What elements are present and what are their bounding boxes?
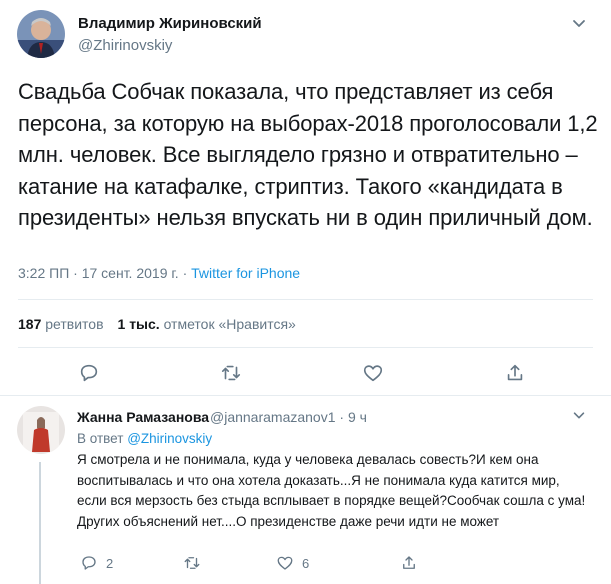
tweet-source-link[interactable]: Twitter for iPhone [191, 265, 300, 281]
reply-author-handle[interactable]: @jannaramazanov1 [210, 409, 336, 425]
likes-stat[interactable]: 1 тыс. отметок «Нравится» [118, 316, 296, 332]
reply-text: Я смотрела и не понимала, куда у человек… [77, 452, 586, 529]
author-handle[interactable]: @Zhirinovskiy [78, 37, 172, 54]
reply-handle-time: @jannaramazanov1 · 9 ч [210, 409, 367, 425]
likes-count: 1 тыс. [117, 316, 160, 332]
in-reply-handle-link[interactable]: @Zhirinovskiy [127, 431, 212, 446]
like-icon [277, 556, 293, 570]
reply-share-button[interactable] [400, 553, 418, 573]
share-icon[interactable] [504, 362, 526, 384]
tweet-meta: 3:22 ПП · 17 сент. 2019 г. · Twitter for… [18, 265, 300, 281]
divider [18, 347, 593, 348]
reply-avatar[interactable] [17, 406, 65, 454]
reply-retweet-button[interactable] [183, 553, 201, 573]
retweets-label: ретвитов [45, 316, 104, 332]
in-reply-label: В ответ [77, 431, 124, 446]
main-tweet: Владимир Жириновский @Zhirinovskiy Свадь… [0, 0, 611, 396]
author-name[interactable]: Владимир Жириновский [78, 15, 262, 32]
author-avatar[interactable] [17, 10, 65, 58]
reply-author-name[interactable]: Жанна Рамазанова [77, 409, 209, 425]
retweets-count: 187 [18, 316, 42, 332]
retweet-icon[interactable] [220, 362, 242, 384]
meta-dot: · [182, 265, 188, 281]
reply-like-button[interactable]: 6 [276, 553, 309, 573]
tweet-time[interactable]: 3:22 ПП [18, 265, 69, 281]
reply-count: 2 [106, 555, 114, 571]
in-reply-to: В ответ @Zhirinovskiy [77, 431, 212, 446]
like-icon[interactable] [362, 362, 384, 384]
reply-icon[interactable] [78, 362, 100, 384]
thread-line [39, 462, 41, 584]
likes-label: отметок «Нравится» [163, 316, 296, 332]
chevron-down-icon[interactable] [570, 14, 588, 32]
retweet-icon [184, 557, 200, 569]
share-icon [403, 556, 415, 569]
tweet-text: Свадьба Собчак показала, что представляе… [18, 79, 598, 230]
reply-time[interactable]: 9 ч [348, 409, 367, 425]
reply-icon [82, 556, 96, 570]
tweet-date[interactable]: 17 сент. 2019 г. [82, 265, 179, 281]
like-count: 6 [302, 555, 310, 571]
retweets-stat[interactable]: 187 ретвитов [18, 316, 104, 332]
tweet-stats: 187 ретвитов 1 тыс. отметок «Нравится» [18, 316, 296, 332]
meta-dot: · [73, 265, 78, 281]
reply-reply-button[interactable]: 2 [80, 553, 113, 573]
divider [18, 299, 593, 300]
chevron-down-icon[interactable] [571, 407, 587, 423]
meta-dot: · [339, 409, 345, 425]
